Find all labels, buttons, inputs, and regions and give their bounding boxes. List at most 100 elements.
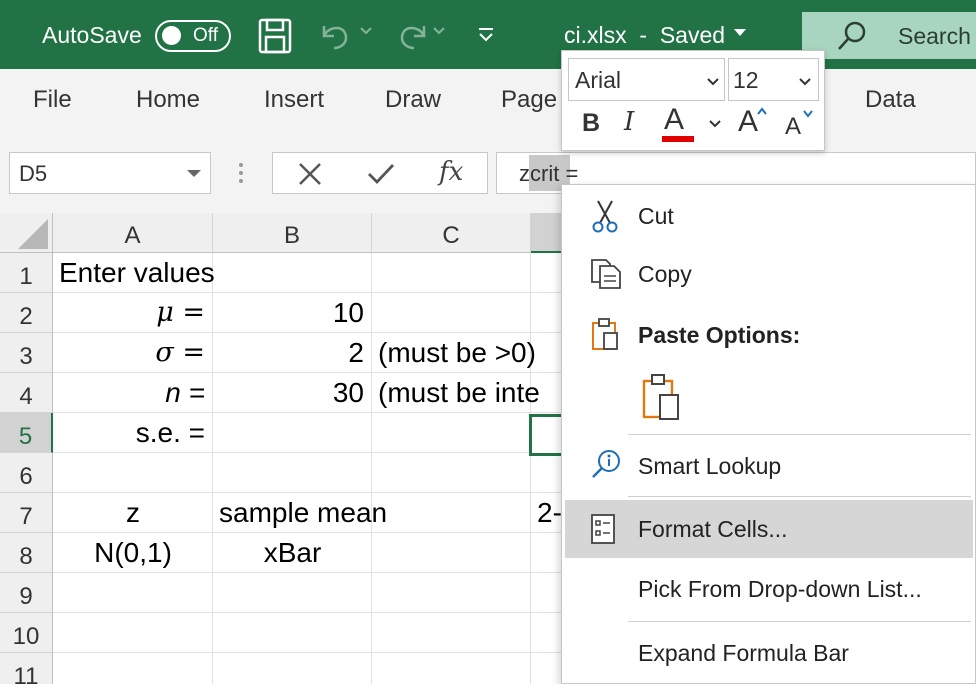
- name-box-value: D5: [19, 161, 48, 186]
- chevron-down-icon[interactable]: [186, 169, 202, 179]
- cell-a9[interactable]: [53, 573, 213, 613]
- cell-b6[interactable]: [213, 453, 372, 493]
- cell-a2-value: μ =: [156, 297, 205, 328]
- cell-b4-value: 30: [332, 377, 364, 408]
- cell-d9[interactable]: [531, 573, 564, 613]
- chevron-down-icon[interactable]: [708, 119, 722, 129]
- paste-option-keep-formatting-icon[interactable]: [640, 371, 684, 423]
- document-title[interactable]: ci.xlsx - Saved: [564, 22, 725, 49]
- autosave-state: Off: [193, 25, 218, 46]
- row-header[interactable]: 10: [0, 613, 53, 653]
- font-color-button[interactable]: A: [662, 103, 694, 143]
- menu-item-label: Smart Lookup: [638, 453, 782, 479]
- search-box[interactable]: Search: [802, 12, 976, 59]
- cell-b8-value: xBar: [263, 537, 322, 568]
- undo-dropdown-icon[interactable]: [359, 26, 373, 36]
- cell-d8[interactable]: [531, 533, 564, 573]
- insert-function-icon[interactable]: fx: [439, 157, 463, 187]
- mini-toolbar: Arial 12 B I A A A: [561, 50, 825, 151]
- row-header[interactable]: 4: [0, 373, 53, 413]
- tab-page-layout[interactable]: Page: [501, 86, 557, 114]
- redo-dropdown-icon[interactable]: [432, 26, 446, 36]
- column-header-b[interactable]: B: [213, 213, 372, 253]
- tab-draw[interactable]: Draw: [385, 86, 441, 114]
- title-bar: AutoSave Off ci.xlsx - Saved Search: [0, 0, 976, 69]
- tab-insert[interactable]: Insert: [264, 86, 324, 114]
- menu-item-pick-from-list[interactable]: Pick From Drop-down List...: [562, 558, 976, 618]
- cell-b7-value: sample mean: [219, 497, 388, 528]
- row-header[interactable]: 7: [0, 493, 53, 533]
- column-header-a[interactable]: A: [53, 213, 213, 253]
- caret-up-icon: [757, 107, 767, 115]
- cell-c8[interactable]: [372, 533, 531, 573]
- menu-item-copy[interactable]: Copy: [562, 247, 976, 305]
- autosave-toggle[interactable]: Off: [155, 20, 231, 52]
- row-header[interactable]: 11: [0, 653, 53, 684]
- cell-b9[interactable]: [213, 573, 372, 613]
- cell-d2[interactable]: [531, 293, 564, 333]
- tab-home[interactable]: Home: [136, 86, 200, 114]
- row-header[interactable]: 3: [0, 333, 53, 373]
- cell-a5-value: s.e. =: [135, 417, 205, 448]
- cell-b2-value: 10: [332, 297, 364, 328]
- active-cell-d5[interactable]: [529, 414, 564, 456]
- row-header-active[interactable]: 5: [0, 413, 53, 453]
- cell-a10[interactable]: [53, 613, 213, 653]
- decrease-font-size-button[interactable]: A: [785, 113, 801, 141]
- enter-check-icon[interactable]: [367, 161, 395, 187]
- paste-options-row: [562, 365, 976, 435]
- menu-item-expand-formula-bar[interactable]: Expand Formula Bar: [562, 622, 976, 684]
- cell-c4-value: (must be inte: [378, 377, 540, 408]
- italic-button[interactable]: I: [624, 107, 634, 137]
- select-all-corner[interactable]: [0, 213, 53, 253]
- cell-b5[interactable]: [213, 413, 372, 453]
- undo-icon[interactable]: [318, 20, 352, 52]
- caret-down-icon: [803, 110, 813, 118]
- cell-b10[interactable]: [213, 613, 372, 653]
- row-header[interactable]: 1: [0, 253, 53, 293]
- cell-a6[interactable]: [53, 453, 213, 493]
- customize-toolbar-icon[interactable]: [477, 26, 495, 44]
- chevron-down-icon[interactable]: [733, 28, 747, 38]
- menu-item-smart-lookup[interactable]: Smart Lookup: [562, 435, 976, 497]
- cell-d10[interactable]: [531, 613, 564, 653]
- tab-file[interactable]: File: [33, 86, 72, 114]
- cell-c7[interactable]: [372, 493, 531, 533]
- cell-b1[interactable]: [213, 253, 372, 293]
- cell-a11[interactable]: [53, 653, 213, 684]
- save-icon[interactable]: [258, 18, 294, 54]
- search-icon: [838, 21, 866, 50]
- cell-d6[interactable]: [531, 453, 564, 493]
- font-name-select[interactable]: Arial: [568, 58, 725, 101]
- cell-d1[interactable]: [531, 253, 564, 293]
- cell-a1-value: Enter values: [59, 257, 215, 288]
- cell-b11[interactable]: [213, 653, 372, 684]
- redo-icon[interactable]: [396, 20, 430, 52]
- column-header-c[interactable]: C: [372, 213, 531, 253]
- cancel-icon[interactable]: [297, 161, 323, 187]
- cell-c5[interactable]: [372, 413, 531, 453]
- cell-c9[interactable]: [372, 573, 531, 613]
- cell-a7-value: z: [126, 497, 140, 528]
- cell-c10[interactable]: [372, 613, 531, 653]
- menu-item-cut[interactable]: Cut: [562, 185, 976, 247]
- cell-c6[interactable]: [372, 453, 531, 493]
- formula-bar-grip-icon[interactable]: [238, 162, 244, 184]
- name-box[interactable]: D5: [9, 152, 211, 194]
- cell-c1[interactable]: [372, 253, 531, 293]
- cell-c2[interactable]: [372, 293, 531, 333]
- cell-d11[interactable]: [531, 653, 564, 684]
- tab-data[interactable]: Data: [865, 86, 916, 114]
- increase-font-size-button[interactable]: A: [738, 105, 758, 139]
- menu-item-format-cells[interactable]: Format Cells...: [565, 500, 973, 558]
- cell-d7-value: 2-: [531, 493, 564, 533]
- row-header[interactable]: 2: [0, 293, 53, 333]
- row-header[interactable]: 6: [0, 453, 53, 493]
- format-cells-icon: [591, 514, 615, 544]
- cell-c11[interactable]: [372, 653, 531, 684]
- font-size-select[interactable]: 12: [728, 58, 819, 101]
- column-header-d[interactable]: [531, 213, 564, 253]
- row-header[interactable]: 8: [0, 533, 53, 573]
- row-header[interactable]: 9: [0, 573, 53, 613]
- bold-button[interactable]: B: [582, 109, 600, 138]
